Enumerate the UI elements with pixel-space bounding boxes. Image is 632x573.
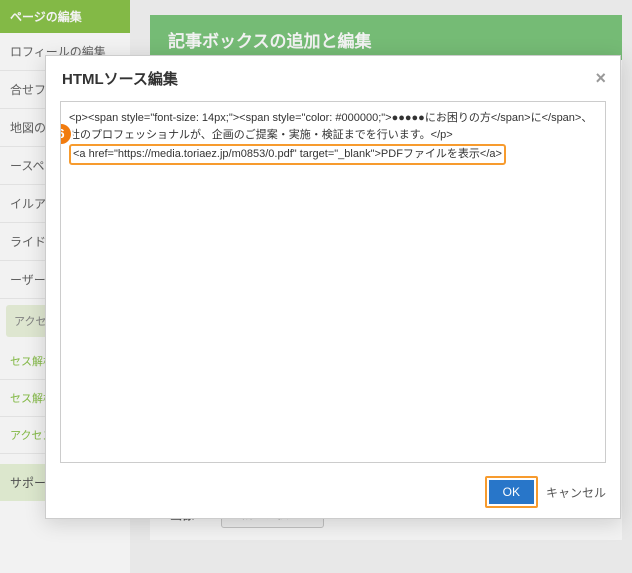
modal-title: HTMLソース編集 × xyxy=(46,56,620,101)
html-source-editor[interactable]: 6 <p><span style="font-size: 14px;"><spa… xyxy=(60,101,606,463)
code-line: <p><span style="font-size: 14px;"><span … xyxy=(69,110,597,127)
modal-title-text: HTMLソース編集 xyxy=(62,71,178,88)
html-source-modal: HTMLソース編集 × 6 <p><span style="font-size:… xyxy=(45,55,621,519)
code-line: <a href="https://media.toriaez.jp/m0853/… xyxy=(73,148,502,160)
code-line: 社のプロフェッショナルが、企画のご提案・実施・検証までを行います。</p> xyxy=(69,127,597,144)
close-icon[interactable]: × xyxy=(595,68,606,89)
cancel-button[interactable]: キャンセル xyxy=(546,484,606,501)
modal-footer: OK キャンセル xyxy=(485,476,606,508)
highlighted-code: <a href="https://media.toriaez.jp/m0853/… xyxy=(69,144,506,165)
ok-highlight: OK xyxy=(485,476,538,508)
ok-button[interactable]: OK xyxy=(489,480,534,504)
